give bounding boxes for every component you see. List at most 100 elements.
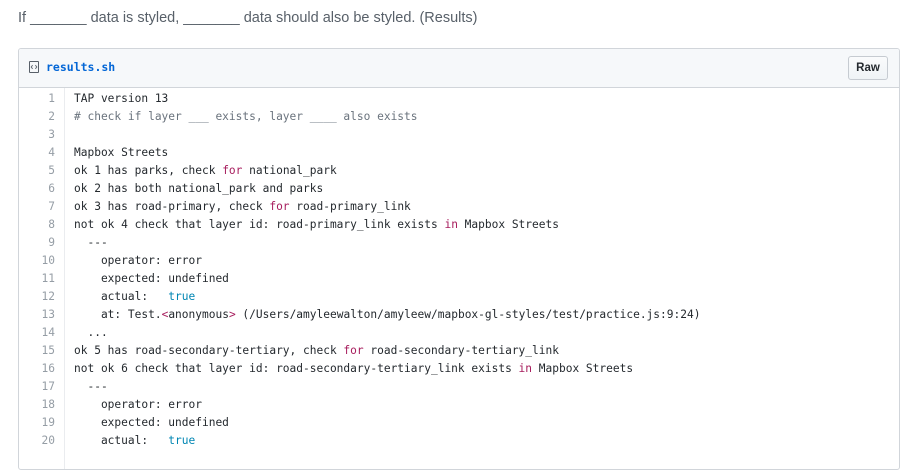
code-line: 17 --- xyxy=(19,378,899,396)
line-content: actual: true xyxy=(74,432,195,450)
keyword-token: for xyxy=(269,200,290,213)
line-content: ... xyxy=(74,324,108,342)
line-number[interactable]: 14 xyxy=(19,324,74,342)
code-line: 12 actual: true xyxy=(19,288,899,306)
text-token: anonymous xyxy=(168,308,229,321)
text-token: ... xyxy=(74,326,108,339)
keyword-token: in xyxy=(444,218,458,231)
keyword-token: in xyxy=(518,362,533,375)
text-token: not ok 6 check that layer id: road-secon… xyxy=(74,362,519,375)
text-token: --- xyxy=(74,380,108,393)
text-token: ok 1 has parks, check xyxy=(74,164,223,177)
line-content: Mapbox Streets xyxy=(74,144,168,162)
line-content: operator: error xyxy=(74,396,202,414)
line-number[interactable]: 18 xyxy=(19,396,74,414)
text-token: --- xyxy=(74,236,108,249)
boolean-token: true xyxy=(168,434,196,447)
line-number[interactable]: 10 xyxy=(19,252,74,270)
text-token: road-secondary-tertiary_link xyxy=(363,344,559,357)
line-content: expected: undefined xyxy=(74,270,229,288)
code-line: 3 xyxy=(19,126,899,144)
text-token: ok 3 has road-primary, check xyxy=(74,200,270,213)
code-line: 20 actual: true xyxy=(19,432,899,450)
line-number[interactable]: 20 xyxy=(19,432,74,450)
line-content: not ok 6 check that layer id: road-secon… xyxy=(74,360,633,378)
code-line: 2 # check if layer ___ exists, layer ____… xyxy=(19,108,899,126)
line-number[interactable]: 5 xyxy=(19,162,74,180)
code-line: 9 --- xyxy=(19,234,899,252)
boolean-token: true xyxy=(168,290,196,303)
line-content: at: Test.<anonymous> (/Users/amyleewalto… xyxy=(74,306,701,324)
text-token: TAP version 13 xyxy=(74,92,169,105)
line-number[interactable]: 9 xyxy=(19,234,74,252)
line-number[interactable]: 15 xyxy=(19,342,74,360)
text-token: Mapbox Streets xyxy=(532,362,634,375)
text-token: ok 5 has road-secondary-tertiary, check xyxy=(74,344,344,357)
text-token: Mapbox Streets xyxy=(457,218,559,231)
code-line: 15 ok 5 has road-secondary-tertiary, chec… xyxy=(19,342,899,360)
code-line: 7 ok 3 has road-primary, check for road-p… xyxy=(19,198,899,216)
code-line: 18 operator: error xyxy=(19,396,899,414)
text-token: at: Test. xyxy=(74,308,162,321)
raw-button[interactable]: Raw xyxy=(848,56,888,80)
line-number[interactable]: 3 xyxy=(19,126,74,144)
line-number[interactable]: 4 xyxy=(19,144,74,162)
file-code-icon xyxy=(29,61,39,73)
line-number[interactable]: 11 xyxy=(19,270,74,288)
gist-file-header: results.sh Raw xyxy=(19,49,899,88)
text-token: (/Users/amyleewalton/amyleew/mapbox-gl-s… xyxy=(235,308,701,321)
line-number[interactable]: 13 xyxy=(19,306,74,324)
text-token: ok 2 has both national_park and parks xyxy=(74,182,324,195)
line-content: # check if layer ___ exists, layer ____ … xyxy=(74,108,418,126)
code-line: 6 ok 2 has both national_park and parks xyxy=(19,180,899,198)
code-line: 1 TAP version 13 xyxy=(19,90,899,108)
line-number[interactable]: 16 xyxy=(19,360,74,378)
line-content: ok 1 has parks, check for national_park xyxy=(74,162,337,180)
text-token: expected: undefined xyxy=(74,416,229,429)
line-number[interactable]: 7 xyxy=(19,198,74,216)
code-line: 13 at: Test.<anonymous> (/Users/amyleewa… xyxy=(19,306,899,324)
comment-token: # check if layer ___ exists, layer ____ … xyxy=(74,110,418,123)
text-token: expected: undefined xyxy=(74,272,229,285)
text-token: actual: xyxy=(74,290,169,303)
gist-file: results.sh Raw 1 TAP version 13 2 # check i… xyxy=(18,48,900,470)
line-content: TAP version 13 xyxy=(74,90,168,108)
text-token: road-primary_link xyxy=(289,200,411,213)
line-number[interactable]: 17 xyxy=(19,378,74,396)
code-line: 14 ... xyxy=(19,324,899,342)
code-line: 8 not ok 4 check that layer id: road-prim… xyxy=(19,216,899,234)
line-number[interactable]: 19 xyxy=(19,414,74,432)
line-content: ok 5 has road-secondary-tertiary, check … xyxy=(74,342,559,360)
line-number[interactable]: 8 xyxy=(19,216,74,234)
text-token: operator: error xyxy=(74,398,202,411)
code-line: 11 expected: undefined xyxy=(19,270,899,288)
line-content: expected: undefined xyxy=(74,414,229,432)
line-content: not ok 4 check that layer id: road-prima… xyxy=(74,216,559,234)
keyword-token: > xyxy=(228,308,236,321)
line-content: ok 2 has both national_park and parks xyxy=(74,180,323,198)
line-number[interactable]: 6 xyxy=(19,180,74,198)
line-number[interactable]: 2 xyxy=(19,108,74,126)
text-token: national_park xyxy=(242,164,337,177)
code-line: 4 Mapbox Streets xyxy=(19,144,899,162)
keyword-token: for xyxy=(343,344,364,357)
code-line: 5 ok 1 has parks, check for national_park xyxy=(19,162,899,180)
text-token: operator: error xyxy=(74,254,202,267)
file-name-link[interactable]: results.sh xyxy=(46,60,115,74)
code-line: 19 expected: undefined xyxy=(19,414,899,432)
line-number[interactable]: 12 xyxy=(19,288,74,306)
keyword-token: for xyxy=(222,164,243,177)
line-content: --- xyxy=(74,234,108,252)
code-line: 16 not ok 6 check that layer id: road-sec… xyxy=(19,360,899,378)
line-content: actual: true xyxy=(74,288,195,306)
line-content: operator: error xyxy=(74,252,202,270)
line-content: ok 3 has road-primary, check for road-pr… xyxy=(74,198,411,216)
line-number[interactable]: 1 xyxy=(19,90,74,108)
line-content: --- xyxy=(74,378,108,396)
text-token: actual: xyxy=(74,434,169,447)
text-token: not ok 4 check that layer id: road-prima… xyxy=(74,218,445,231)
page-heading: If _______ data is styled, _______ data … xyxy=(18,10,478,26)
text-token: Mapbox Streets xyxy=(74,146,169,159)
code-line: 10 operator: error xyxy=(19,252,899,270)
code-block: 1 TAP version 13 2 # check if layer ___ exi… xyxy=(19,88,899,450)
